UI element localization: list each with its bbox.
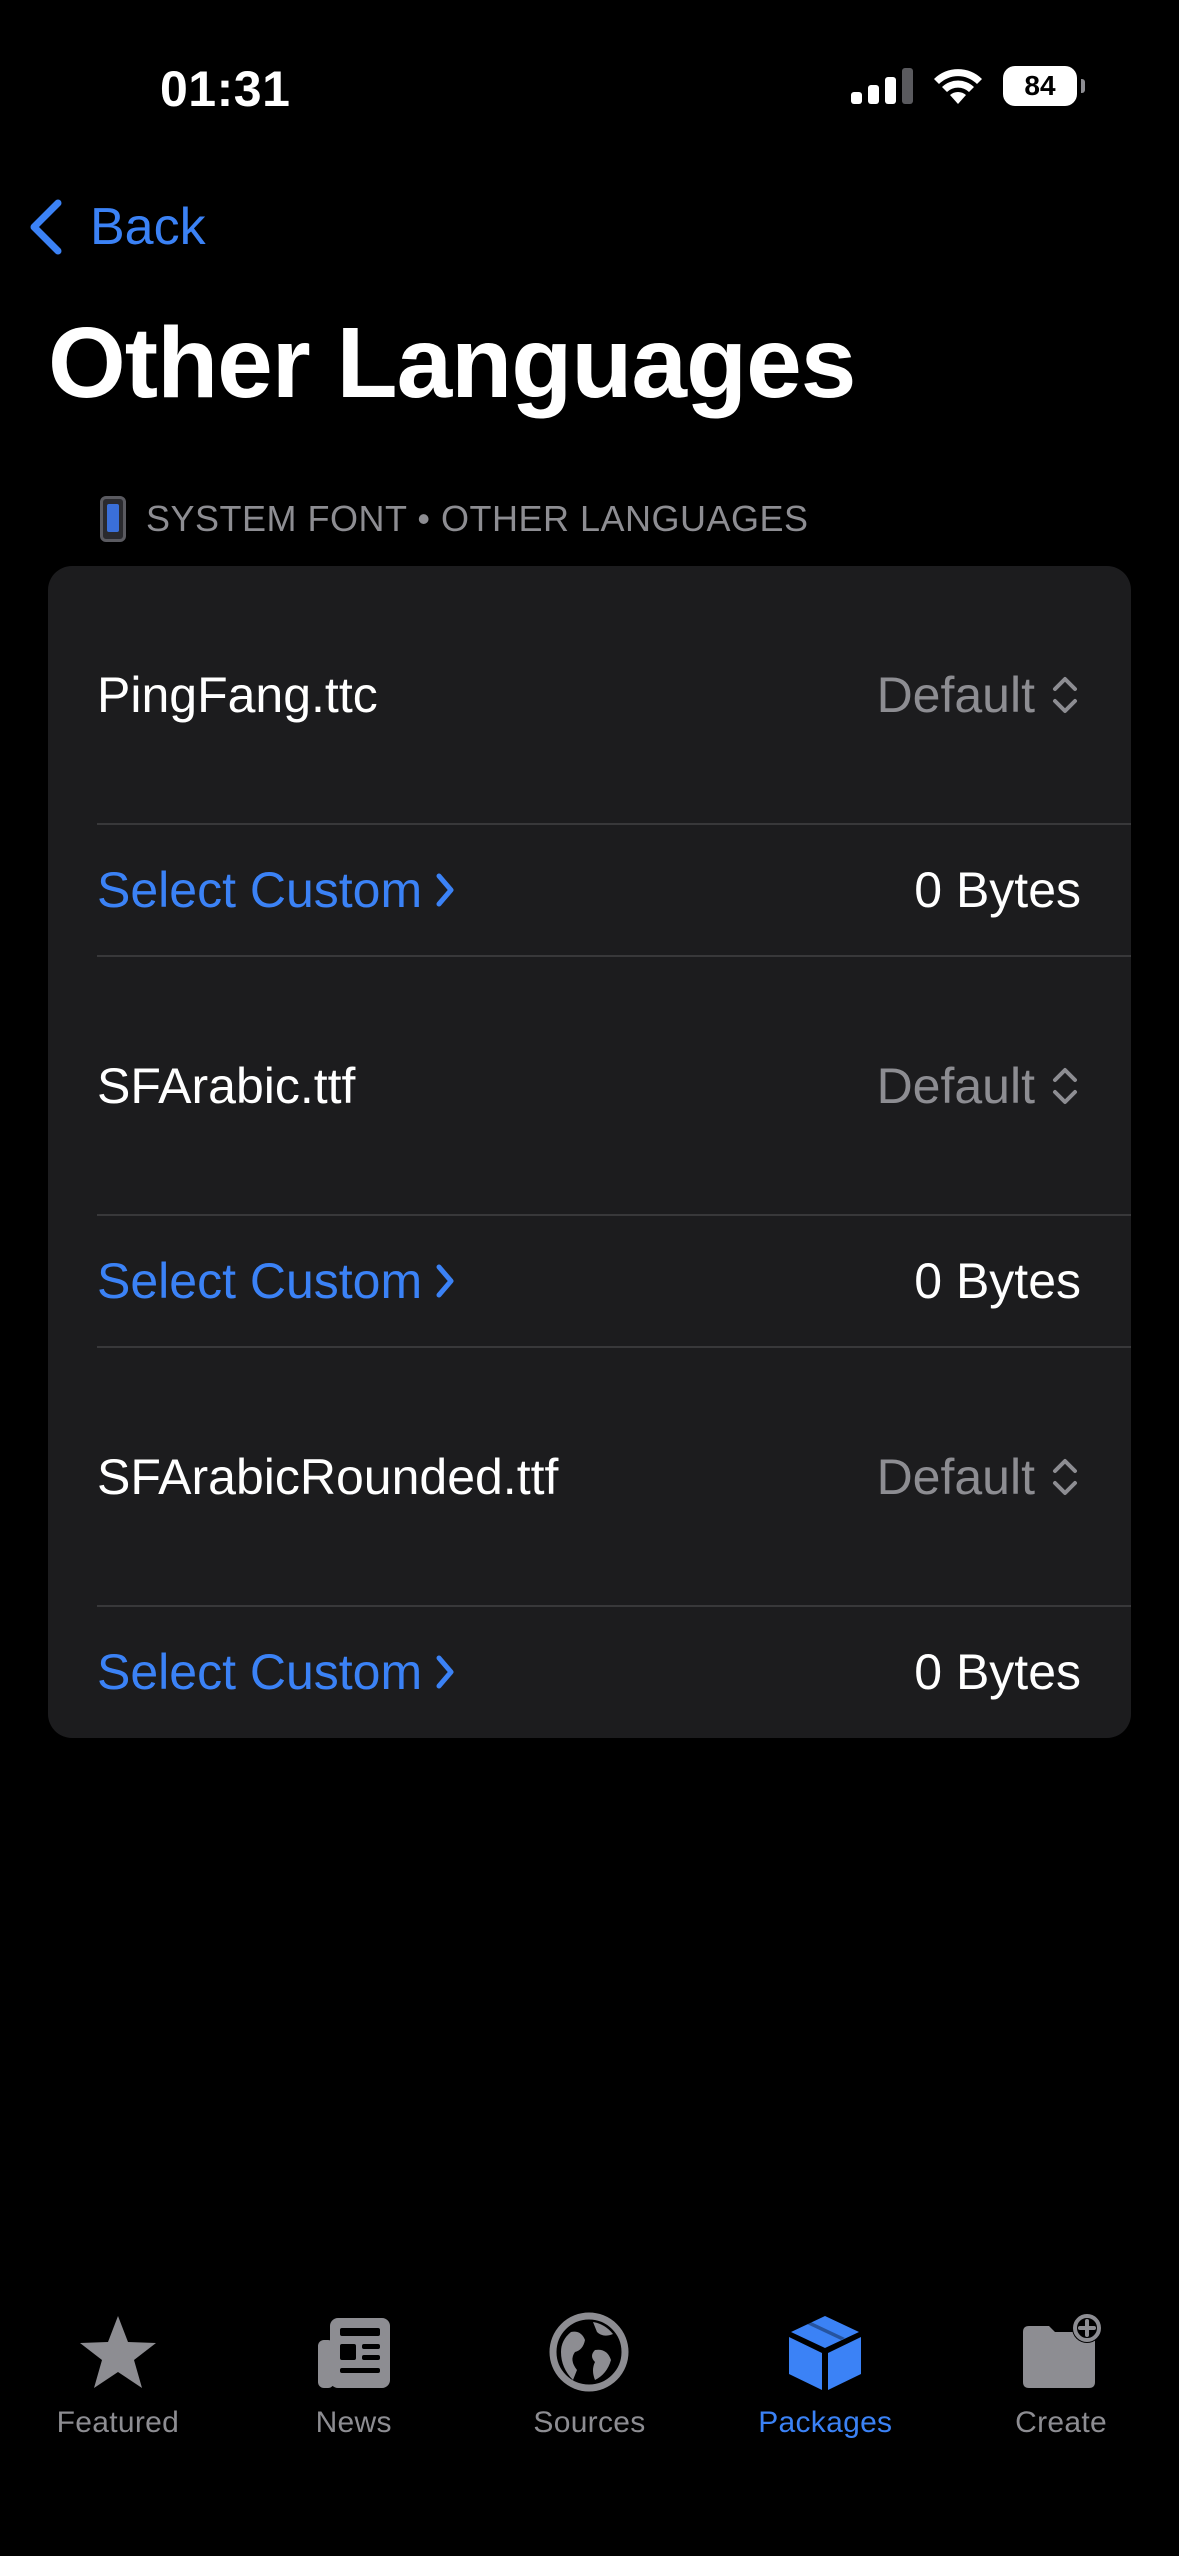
- tab-bar: Featured News Sources Packages Create: [0, 2310, 1179, 2470]
- cellular-signal-icon: [851, 68, 913, 104]
- chevron-right-icon: [436, 1655, 454, 1689]
- font-picker[interactable]: Default: [877, 1057, 1081, 1115]
- select-custom-label: Select Custom: [97, 1253, 423, 1309]
- newspaper-icon: [317, 2318, 390, 2388]
- font-row: PingFang.ttc Default: [48, 566, 1131, 824]
- select-custom-row: Select Custom 0 Bytes: [48, 825, 1131, 955]
- status-time: 01:31: [160, 61, 291, 117]
- tab-news[interactable]: News: [236, 2310, 472, 2470]
- select-custom-button[interactable]: Select Custom: [97, 1252, 456, 1310]
- picker-value: Default: [876, 1058, 1035, 1114]
- picker-value: Default: [876, 1449, 1035, 1505]
- tab-packages[interactable]: Packages: [707, 2310, 943, 2470]
- tab-label: News: [315, 2406, 392, 2439]
- font-file-name: SFArabicRounded.ttf: [97, 1449, 559, 1505]
- chevron-right-icon: [436, 1264, 454, 1298]
- select-custom-label: Select Custom: [97, 1644, 423, 1700]
- font-file-name: PingFang.ttc: [97, 667, 378, 723]
- chevron-up-down-icon: [1053, 1068, 1077, 1104]
- tab-label: Featured: [56, 2406, 180, 2439]
- select-custom-button[interactable]: Select Custom: [97, 1643, 456, 1701]
- font-file-name: SFArabic.ttf: [97, 1058, 356, 1114]
- select-custom-row: Select Custom 0 Bytes: [48, 1216, 1131, 1346]
- status-indicators: 84: [851, 64, 1085, 108]
- wifi-icon: [934, 69, 982, 104]
- tab-sources[interactable]: Sources: [472, 2310, 708, 2470]
- back-label: Back: [90, 198, 206, 256]
- package-icon: [789, 2316, 862, 2390]
- phone-icon: [100, 496, 126, 542]
- tab-label: Sources: [533, 2406, 646, 2439]
- back-button[interactable]: Back: [26, 192, 206, 262]
- tab-label: Packages: [758, 2406, 893, 2439]
- page-title: Other Languages: [48, 307, 856, 419]
- font-picker[interactable]: Default: [877, 666, 1081, 724]
- section-header: SYSTEM FONT • OTHER LANGUAGES: [100, 496, 809, 542]
- tab-label: Create: [1015, 2406, 1108, 2439]
- select-custom-label: Select Custom: [97, 862, 423, 918]
- chevron-left-icon: [30, 199, 62, 255]
- file-size: 0 Bytes: [914, 1644, 1081, 1700]
- tab-featured[interactable]: Featured: [0, 2310, 236, 2470]
- chevron-up-down-icon: [1053, 677, 1077, 713]
- picker-value: Default: [876, 667, 1035, 723]
- font-row: SFArabic.ttf Default: [48, 957, 1131, 1215]
- font-list-card: PingFang.ttc Default Select Custom 0 Byt…: [48, 566, 1131, 1738]
- select-custom-button[interactable]: Select Custom: [97, 861, 456, 919]
- star-icon: [79, 2316, 156, 2388]
- font-row: SFArabicRounded.ttf Default: [48, 1348, 1131, 1606]
- tab-create[interactable]: Create: [943, 2310, 1179, 2470]
- section-header-label: SYSTEM FONT • OTHER LANGUAGES: [146, 498, 809, 539]
- battery-icon: 84: [1003, 66, 1085, 106]
- select-custom-row: Select Custom 0 Bytes: [48, 1607, 1131, 1737]
- font-picker[interactable]: Default: [877, 1448, 1081, 1506]
- chevron-right-icon: [436, 873, 454, 907]
- file-size: 0 Bytes: [914, 1253, 1081, 1309]
- globe-icon: [549, 2312, 629, 2392]
- folder-plus-icon: [1023, 2313, 1103, 2388]
- chevron-up-down-icon: [1053, 1459, 1077, 1495]
- file-size: 0 Bytes: [914, 862, 1081, 918]
- screen: 01:31 84 Back Other Languages SYSTEM FON…: [0, 0, 1179, 2556]
